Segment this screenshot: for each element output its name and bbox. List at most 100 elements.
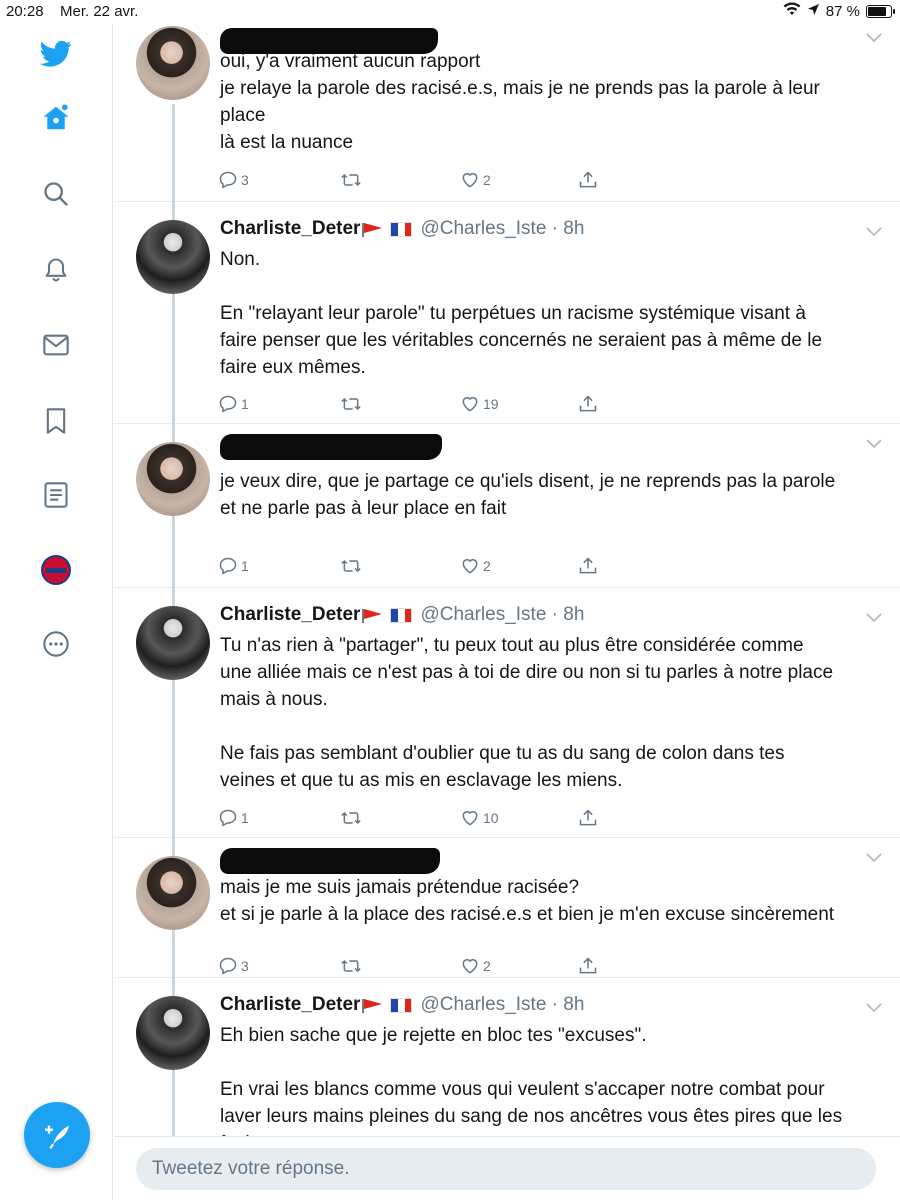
- share-button[interactable]: [578, 808, 598, 828]
- location-icon: [807, 3, 820, 20]
- chevron-down-icon[interactable]: [866, 30, 882, 43]
- tweet: Charliste_Deter @Charles_Iste · 8h Non. En …: [114, 202, 900, 424]
- author-handle-time[interactable]: @Charles_Iste · 8h: [420, 604, 584, 626]
- retweet-icon: [340, 394, 362, 414]
- tweet-text-line: [220, 1049, 880, 1076]
- tweet-actions: 1 10: [218, 808, 598, 832]
- author-handle-time[interactable]: @Charles_Iste · 8h: [420, 218, 584, 240]
- chevron-down-icon[interactable]: [866, 224, 882, 237]
- avatar-redacted-user[interactable]: [136, 856, 210, 930]
- tweet-text-line: place: [220, 105, 266, 126]
- tweet-text-line: une alliée mais ce n'est pas à toi de di…: [220, 662, 834, 683]
- red-flag-icon: [362, 998, 383, 1013]
- tweet-text-line: En vrai les blancs comme vous qui veulen…: [220, 1079, 825, 1100]
- replies-count: 1: [241, 810, 249, 826]
- reply-button[interactable]: 1: [218, 808, 249, 828]
- tweet-text-line: Non.: [220, 249, 261, 270]
- reply-button[interactable]: 3: [218, 170, 249, 190]
- likes-count: 2: [483, 558, 491, 574]
- heart-icon: [460, 556, 480, 576]
- heart-icon: [460, 956, 480, 976]
- likes-count: 2: [483, 172, 491, 188]
- tweet-text-line: [220, 713, 880, 740]
- french-flag-icon: [390, 221, 413, 237]
- notifications-bell-icon[interactable]: [38, 252, 74, 288]
- lists-icon[interactable]: [38, 477, 74, 513]
- chevron-down-icon[interactable]: [866, 610, 882, 623]
- tweet-text: oui, y'a vraiment aucun rapport je relaye…: [220, 48, 880, 156]
- avatar-charliste-deter[interactable]: [136, 220, 210, 294]
- retweet-icon: [340, 170, 362, 190]
- avatar-charliste-deter[interactable]: [136, 606, 210, 680]
- retweet-button[interactable]: [340, 808, 365, 828]
- heart-icon: [460, 170, 480, 190]
- share-button[interactable]: [578, 956, 598, 976]
- tweet-text-line: Tu n'as rien à "partager", tu peux tout …: [220, 635, 804, 656]
- messages-envelope-icon[interactable]: [38, 327, 74, 363]
- likes-count: 19: [483, 396, 499, 412]
- like-button[interactable]: 19: [460, 394, 499, 414]
- profile-avatar-icon[interactable]: [38, 552, 74, 588]
- more-menu-icon[interactable]: [38, 626, 74, 662]
- reply-icon: [218, 956, 238, 976]
- avatar-charliste-deter[interactable]: [136, 996, 210, 1070]
- reply-icon: [218, 808, 238, 828]
- chevron-down-icon[interactable]: [866, 850, 882, 863]
- status-right: 87 %: [783, 2, 895, 20]
- tweet-text-line: et ne parle pas à leur place en fait: [220, 498, 507, 519]
- replies-count: 3: [241, 958, 249, 974]
- share-button[interactable]: [578, 556, 598, 576]
- home-icon[interactable]: [38, 100, 74, 136]
- tweet-header: Charliste_Deter @Charles_Iste · 8h: [220, 604, 584, 626]
- author-name[interactable]: Charliste_Deter: [220, 994, 360, 1016]
- tweet: je veux dire, que je partage ce qu'iels …: [114, 424, 900, 588]
- status-time: 20:28: [6, 3, 44, 20]
- battery-icon: [866, 4, 895, 18]
- reply-bar: Tweetez votre réponse.: [114, 1136, 900, 1200]
- like-button[interactable]: 2: [460, 170, 491, 190]
- tweet-text-line: mais je me suis jamais prétendue racisée…: [220, 877, 580, 898]
- tweet-text-line: faire eux mêmes.: [220, 357, 366, 378]
- replies-count: 3: [241, 172, 249, 188]
- share-icon: [578, 556, 598, 576]
- tweet-text-line: Ne fais pas semblant d'oublier que tu as…: [220, 743, 785, 764]
- reply-button[interactable]: 1: [218, 556, 249, 576]
- tweet-header: Charliste_Deter @Charles_Iste · 8h: [220, 994, 584, 1016]
- tweet-text-line: là est la nuance: [220, 132, 354, 153]
- share-button[interactable]: [578, 170, 598, 190]
- retweet-button[interactable]: [340, 956, 365, 976]
- chevron-down-icon[interactable]: [866, 436, 882, 449]
- like-button[interactable]: 2: [460, 556, 491, 576]
- french-flag-icon: [390, 607, 413, 623]
- tweet-text-line: je veux dire, que je partage ce qu'iels …: [220, 471, 836, 492]
- compose-tweet-button[interactable]: [24, 1102, 90, 1168]
- share-button[interactable]: [578, 394, 598, 414]
- replies-count: 1: [241, 558, 249, 574]
- like-button[interactable]: 2: [460, 956, 491, 976]
- author-handle-time[interactable]: @Charles_Iste · 8h: [420, 994, 584, 1016]
- redacted-username: [220, 434, 442, 460]
- retweet-button[interactable]: [340, 556, 365, 576]
- reply-button[interactable]: 3: [218, 956, 249, 976]
- avatar-redacted-user[interactable]: [136, 442, 210, 516]
- tweet-text-line: veines et que tu as mis en esclavage les…: [220, 770, 623, 791]
- reply-input[interactable]: Tweetez votre réponse.: [136, 1148, 876, 1190]
- share-icon: [578, 170, 598, 190]
- retweet-button[interactable]: [340, 394, 365, 414]
- share-icon: [578, 956, 598, 976]
- retweet-button[interactable]: [340, 170, 365, 190]
- explore-search-icon[interactable]: [38, 176, 74, 212]
- tweet-text-line: Eh bien sache que je rejette en bloc tes…: [220, 1025, 647, 1046]
- reply-icon: [218, 170, 238, 190]
- share-icon: [578, 394, 598, 414]
- author-name[interactable]: Charliste_Deter: [220, 218, 360, 240]
- avatar-redacted-user[interactable]: [136, 26, 210, 100]
- author-name[interactable]: Charliste_Deter: [220, 604, 360, 626]
- reply-button[interactable]: 1: [218, 394, 249, 414]
- bookmarks-icon[interactable]: [38, 403, 74, 439]
- twitter-logo-icon[interactable]: [38, 36, 74, 72]
- like-button[interactable]: 10: [460, 808, 499, 828]
- chevron-down-icon[interactable]: [866, 1000, 882, 1013]
- tweet-text: Eh bien sache que je rejette en bloc tes…: [220, 1022, 880, 1136]
- tweet: Charliste_Deter @Charles_Iste · 8h Eh bien…: [114, 978, 900, 1136]
